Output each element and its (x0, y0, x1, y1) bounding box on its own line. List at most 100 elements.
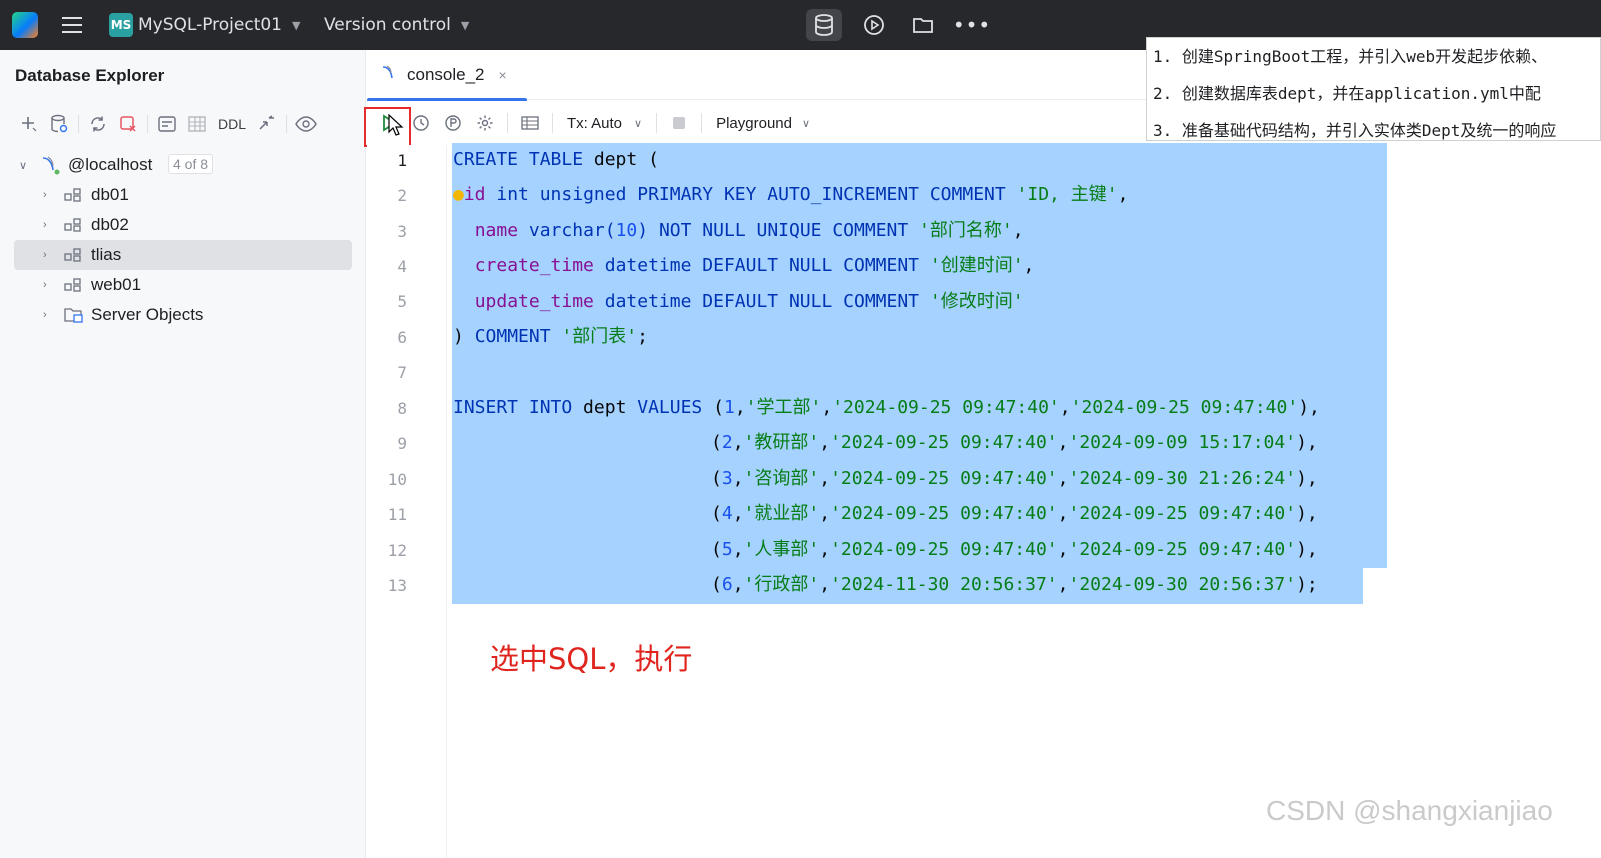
schema-icon (64, 217, 82, 238)
main-menu-icon[interactable] (62, 0, 84, 50)
chevron-right-icon[interactable]: › (43, 309, 47, 321)
jump-to-source-icon[interactable] (252, 110, 282, 138)
note-line: 1. 创建SpringBoot工程，并引入web开发起步依赖、 (1153, 47, 1548, 66)
project-selector[interactable]: MySQL-Project01 ▼ (138, 0, 300, 50)
code-line-12[interactable]: (5,'人事部','2024-09-25 09:47:40','2024-09-… (711, 533, 1318, 567)
line-number: 2 (397, 186, 407, 205)
app-logo-icon[interactable] (12, 12, 38, 38)
data-source-properties-icon[interactable] (44, 110, 74, 138)
tab-label: console_2 (407, 65, 485, 84)
line-number: 8 (397, 399, 407, 418)
mysql-connection-icon (40, 154, 62, 181)
line-number-gutter: 1 2 3 4 5 6 7 8 9 10 11 12 13 (367, 145, 447, 858)
line-number: 3 (397, 222, 407, 241)
line-number: 12 (387, 541, 407, 560)
line-number: 4 (397, 257, 407, 276)
line-number: 11 (387, 505, 407, 524)
services-icon[interactable] (856, 9, 892, 41)
tree-item-web01[interactable]: › web01 (0, 270, 366, 300)
explorer-toolbar: DDL (14, 110, 321, 138)
code-line-13[interactable]: (6,'行政部','2024-11-30 20:56:37','2024-09-… (711, 568, 1318, 602)
database-icon[interactable] (806, 9, 842, 41)
divider (147, 115, 148, 133)
line-number: 5 (397, 292, 407, 311)
line-number: 9 (397, 434, 407, 453)
divider (507, 113, 508, 133)
disconnect-icon[interactable] (113, 110, 143, 138)
watermark: CSDN @shangxianjiao (1266, 795, 1553, 826)
tx-label: Tx: Auto (567, 114, 623, 132)
divider (78, 115, 79, 133)
vcs-label: Version control (324, 15, 451, 35)
stop-icon[interactable] (663, 108, 695, 138)
schema-icon (64, 277, 82, 298)
tree-item-tlias[interactable]: › tlias (14, 240, 352, 270)
code-line-11[interactable]: (4,'就业部','2024-09-25 09:47:40','2024-09-… (711, 497, 1318, 531)
server-objects-icon (64, 306, 84, 329)
panel-title: Database Explorer (15, 66, 165, 85)
divider (552, 113, 553, 133)
jump-to-console-icon[interactable] (152, 110, 182, 138)
tree-item-label: db02 (91, 215, 129, 234)
tree-item-db02[interactable]: › db02 (0, 210, 366, 240)
code-line-4[interactable]: create_time datetime DEFAULT NULL COMMEN… (453, 249, 1035, 283)
tree-item-label: db01 (91, 185, 129, 204)
code-line-5[interactable]: update_time datetime DEFAULT NULL COMMEN… (453, 285, 1024, 319)
playground-label: Playground (716, 114, 792, 132)
chevron-right-icon[interactable]: › (43, 249, 47, 261)
tree-item-localhost[interactable]: ∨ @localhost 4 of 8 (0, 150, 366, 180)
more-icon[interactable]: ••• (953, 9, 990, 41)
chevron-down-icon: ▼ (460, 18, 470, 32)
code-line-9[interactable]: (2,'教研部','2024-09-25 09:47:40','2024-09-… (711, 426, 1318, 460)
note-line: 3. 准备基础代码结构，并引入实体类Dept及统一的响应 (1153, 121, 1557, 140)
tree-item-label: Server Objects (91, 305, 204, 324)
chevron-down-icon: ∨ (634, 117, 643, 130)
tab-console-2[interactable]: console_2 × (367, 50, 527, 102)
code-line-8[interactable]: INSERT INTO dept VALUES (1,'学工部','2024-0… (453, 391, 1320, 425)
chevron-down-icon: ∨ (801, 117, 811, 130)
results-view-icon[interactable] (514, 108, 546, 138)
version-control-menu[interactable]: Version control ▼ (324, 0, 469, 50)
line-number: 10 (387, 470, 407, 489)
line-number: 1 (397, 151, 407, 170)
code-line-10[interactable]: (3,'咨询部','2024-09-25 09:47:40','2024-09-… (711, 462, 1318, 496)
chevron-right-icon[interactable]: › (43, 279, 47, 291)
tree-item-db01[interactable]: › db01 (0, 180, 366, 210)
lightbulb-icon[interactable]: ● (453, 184, 464, 205)
add-icon[interactable] (14, 110, 44, 138)
line-number: 13 (387, 576, 407, 595)
view-options-icon[interactable] (291, 110, 321, 138)
line-number: 7 (397, 363, 407, 382)
refresh-icon[interactable] (83, 110, 113, 138)
code-line-3[interactable]: name varchar(10) NOT NULL UNIQUE COMMENT… (453, 214, 1024, 248)
chevron-right-icon[interactable]: › (43, 219, 47, 231)
instruction-annotation: 选中SQL，执行 (490, 642, 693, 676)
chevron-right-icon[interactable]: › (43, 189, 47, 201)
playground-dropdown[interactable]: Playground ∨ (708, 115, 818, 132)
table-view-icon[interactable] (182, 110, 212, 138)
count-badge: 4 of 8 (168, 154, 214, 174)
explain-plan-icon[interactable] (437, 108, 469, 138)
project-name: MySQL-Project01 (138, 15, 283, 35)
code-line-2[interactable]: ●id int unsigned PRIMARY KEY AUTO_INCREM… (453, 178, 1128, 212)
tree-item-label: web01 (91, 275, 142, 294)
schema-icon (64, 187, 82, 208)
transaction-mode-dropdown[interactable]: Tx: Auto ∨ (559, 115, 650, 132)
code-line-6[interactable]: ) COMMENT '部门表'; (453, 320, 648, 354)
note-line: 2. 创建数据库表dept，并在application.yml中配 (1153, 84, 1541, 103)
code-line-1[interactable]: CREATE TABLE dept ( (453, 143, 659, 177)
ddl-button[interactable]: DDL (212, 110, 252, 138)
folder-icon[interactable] (905, 9, 941, 41)
notes-overlay: 1. 创建SpringBoot工程，并引入web开发起步依赖、 2. 创建数据库… (1146, 37, 1601, 141)
divider (701, 113, 703, 133)
close-icon[interactable]: × (499, 67, 507, 83)
mouse-cursor-icon (388, 113, 404, 140)
settings-icon[interactable] (469, 108, 501, 138)
console-icon (381, 64, 399, 87)
database-explorer-panel: Database Explorer DDL ∨ @localhost 4 of … (0, 50, 366, 858)
divider (656, 113, 658, 133)
line-number: 6 (397, 328, 407, 347)
tree-item-server-objects[interactable]: › Server Objects (0, 300, 366, 330)
tree-item-label: tlias (91, 245, 122, 264)
chevron-down-icon[interactable]: ∨ (19, 159, 27, 172)
